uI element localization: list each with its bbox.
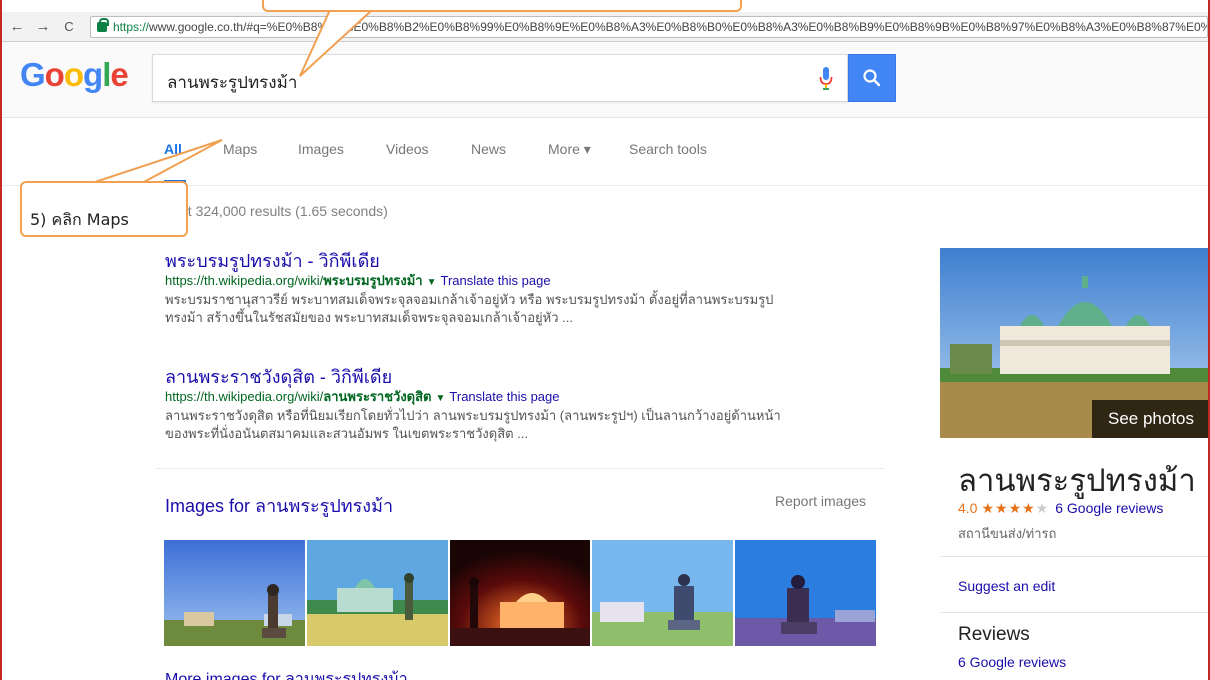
lock-icon xyxy=(97,18,109,32)
panel-divider xyxy=(940,556,1210,557)
result-title-link[interactable]: พระบรมรูปทรงม้า - วิกิพีเดีย xyxy=(165,250,885,272)
search-query: ลานพระรูปทรงม้า xyxy=(167,73,298,92)
place-category: สถานีขนส่ง/ท่ารถ xyxy=(958,526,1057,541)
search-result: พระบรมรูปทรงม้า - วิกิพีเดีย https://th.… xyxy=(165,250,885,327)
annotation-callout-text: 5) คลิก Maps xyxy=(30,210,129,229)
caret-down-icon[interactable]: ▼ xyxy=(436,393,446,404)
image-thumbnail[interactable] xyxy=(306,540,448,646)
url-scheme: https:// xyxy=(113,20,150,34)
rating-score: 4.0 xyxy=(958,500,978,516)
image-thumbnail[interactable] xyxy=(735,540,876,646)
panel-divider xyxy=(940,612,1210,613)
images-section-heading[interactable]: Images for ลานพระรูปทรงม้า xyxy=(165,491,393,520)
see-photos-button[interactable]: See photos xyxy=(1092,400,1210,438)
search-header: Google ลานพระรูปทรงม้า xyxy=(2,42,1208,118)
google-logo[interactable]: Google xyxy=(20,56,129,94)
search-tabs: All Maps Images Videos News More ▾ Searc… xyxy=(2,118,1208,186)
tab-news[interactable]: News xyxy=(471,141,506,157)
tab-videos[interactable]: Videos xyxy=(386,141,429,157)
translate-link[interactable]: Translate this page xyxy=(449,389,559,404)
browser-toolbar: ← → C https://www.google.co.th/#q=%E0%B8… xyxy=(2,12,1208,42)
tab-search-tools[interactable]: Search tools xyxy=(629,141,707,157)
search-result: ลานพระราชวังดุสิต - วิกิพีเดีย https://t… xyxy=(165,366,885,443)
star-rating-icon: ★★★★★ xyxy=(981,500,1050,516)
image-thumbnails xyxy=(164,540,876,646)
section-divider xyxy=(156,468,884,469)
google-reviews-link[interactable]: 6 Google reviews xyxy=(958,654,1066,670)
tab-more[interactable]: More ▾ xyxy=(548,141,591,158)
result-url: https://th.wikipedia.org/wiki/ลานพระราชว… xyxy=(165,389,560,404)
translate-link[interactable]: Translate this page xyxy=(440,273,550,288)
result-snippet: พระบรมราชานุสาวรีย์ พระบาทสมเด็จพระจุลจอ… xyxy=(165,292,774,325)
search-icon xyxy=(863,69,881,87)
place-rating: 4.0 ★★★★★ 6 Google reviews xyxy=(958,500,1163,517)
url-text: www.google.co.th/#q=%E0%B8%A5%E0%B8%B2%E… xyxy=(149,20,1207,34)
search-input[interactable]: ลานพระรูปทรงม้า xyxy=(152,54,848,102)
back-icon[interactable]: ← xyxy=(6,18,28,35)
image-thumbnail[interactable] xyxy=(592,540,734,646)
more-images-link[interactable]: More images for ลานพระรูปทรงม้า xyxy=(165,667,408,680)
reload-icon[interactable]: C xyxy=(58,19,80,34)
reviews-count-link[interactable]: 6 Google reviews xyxy=(1055,500,1163,516)
annotation-callout-top xyxy=(262,0,742,12)
search-button[interactable] xyxy=(848,54,896,102)
result-title-link[interactable]: ลานพระราชวังดุสิต - วิกิพีเดีย xyxy=(165,366,885,388)
forward-icon[interactable]: → xyxy=(32,18,54,35)
caret-down-icon[interactable]: ▼ xyxy=(427,277,437,288)
address-bar[interactable]: https://www.google.co.th/#q=%E0%B8%A5%E0… xyxy=(90,16,1208,38)
microphone-icon[interactable] xyxy=(819,67,833,91)
reviews-heading: Reviews xyxy=(958,624,1030,645)
place-title: ลานพระรูปทรงม้า xyxy=(958,463,1196,498)
result-url: https://th.wikipedia.org/wiki/พระบรมรูปท… xyxy=(165,273,551,288)
place-photo[interactable]: See photos xyxy=(940,248,1210,438)
report-images-link[interactable]: Report images xyxy=(775,493,866,509)
result-snippet: ลานพระราชวังดุสิต หรือที่นิยมเรียกโดยทั่… xyxy=(165,408,781,441)
tab-images[interactable]: Images xyxy=(298,141,344,157)
tab-all[interactable]: All xyxy=(164,141,182,157)
image-thumbnail[interactable] xyxy=(164,540,305,646)
tab-maps[interactable]: Maps xyxy=(223,141,257,157)
result-stats: ut 324,000 results (1.65 seconds) xyxy=(180,203,388,219)
suggest-edit-link[interactable]: Suggest an edit xyxy=(958,578,1055,594)
image-thumbnail[interactable] xyxy=(449,540,591,646)
